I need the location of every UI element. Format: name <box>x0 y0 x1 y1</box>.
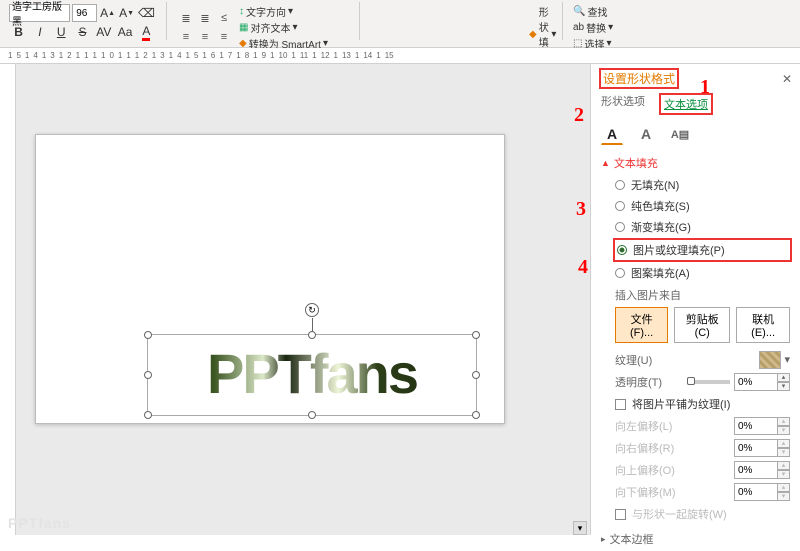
texture-label: 纹理(U) <box>615 352 652 368</box>
align-center-icon[interactable]: ≡ <box>196 28 214 46</box>
watermark: PPTfans <box>8 515 71 531</box>
bold-button[interactable]: B <box>9 23 28 41</box>
resize-handle[interactable] <box>308 331 316 339</box>
separator <box>166 2 167 40</box>
resize-handle[interactable] <box>144 411 152 419</box>
panel-title: 设置形状格式 <box>599 68 679 89</box>
tab-shape-options[interactable]: 形状选项 <box>601 93 645 115</box>
offset-right-input[interactable] <box>734 439 778 457</box>
selected-textbox[interactable]: ↻ PPTfans <box>147 334 477 416</box>
separator <box>359 2 360 40</box>
shrink-font[interactable]: A▼ <box>118 4 135 22</box>
scroll-button[interactable]: ▾ <box>573 521 587 535</box>
online-button[interactable]: 联机(E)... <box>736 307 790 343</box>
numbers-icon[interactable]: ≣ <box>196 9 214 27</box>
case-button[interactable]: Aa <box>115 23 134 41</box>
caret-down-icon: ▲ <box>601 158 610 168</box>
offset-left-input[interactable] <box>734 417 778 435</box>
find-button[interactable]: 🔍查找 <box>573 4 621 19</box>
text-effects-icon[interactable]: A <box>635 123 657 145</box>
underline-button[interactable]: U <box>52 23 71 41</box>
paragraph-group: ≣ ≣ ≤ ≡ ≡ ≡ ↕文字方向 ▾ ▦对齐文本 ▾ ◆转换为 SmartAr… <box>173 2 353 47</box>
offset-right-label: 向右偏移(R) <box>615 440 674 456</box>
textbox-icon[interactable]: A▤ <box>669 123 691 145</box>
offset-down-label: 向下偏移(M) <box>615 484 676 500</box>
resize-handle[interactable] <box>308 411 316 419</box>
fill-gradient[interactable]: 渐变填充(G) <box>615 219 790 235</box>
canvas-area[interactable]: ↻ PPTfans PPTfans <box>0 64 590 535</box>
font-name-select[interactable]: 造字工房版黑 <box>9 4 70 22</box>
resize-handle[interactable] <box>472 331 480 339</box>
rotate-handle[interactable]: ↻ <box>305 303 319 317</box>
caret-right-icon: ▸ <box>601 534 606 545</box>
workspace: ↻ PPTfans PPTfans 设置形状格式 ✕ 形状选项 文本选项 A A… <box>0 64 800 535</box>
transparency-slider[interactable] <box>690 380 730 384</box>
align-left-icon[interactable]: ≡ <box>177 28 195 46</box>
strike-button[interactable]: S <box>73 23 92 41</box>
rotate-with-shape[interactable]: 与形状一起旋转(W) <box>591 503 800 525</box>
drawing-group: ▭◯△◇⬠▾ ↘↗⬡{}▾ ☆✶⬭⬬☁▾ ⬚ 排列 ◩ 快速样式 ◆形状填充 ▾… <box>366 2 556 47</box>
align-right-icon[interactable]: ≡ <box>215 28 233 46</box>
bullets-icon[interactable]: ≣ <box>177 9 195 27</box>
font-group: 造字工房版黑 96 A▲ A▼ ⌫ B I U S AV Aa A 字体 <box>5 2 160 47</box>
text-fill-outline-icon[interactable]: A <box>601 123 623 145</box>
replace-button[interactable]: ab替换 ▾ <box>573 20 621 35</box>
offset-up-label: 向上偏移(O) <box>615 462 675 478</box>
tab-text-options[interactable]: 文本选项 <box>659 93 713 115</box>
clear-format[interactable]: ⌫ <box>137 4 156 22</box>
resize-handle[interactable] <box>472 371 480 379</box>
tile-checkbox[interactable]: 将图片平铺为纹理(I) <box>591 393 800 415</box>
text-direction[interactable]: ↕文字方向 ▾ <box>239 4 328 19</box>
texture-swatch[interactable] <box>759 351 781 369</box>
fill-none[interactable]: 无填充(N) <box>615 177 790 193</box>
indent-dec-icon[interactable]: ≤ <box>215 9 233 27</box>
transparency-label: 透明度(T) <box>615 374 662 390</box>
section-text-fill[interactable]: ▲文本填充 <box>591 149 800 175</box>
align-text[interactable]: ▦对齐文本 ▾ <box>239 20 328 35</box>
insert-from-label: 插入图片来自 <box>591 283 800 305</box>
italic-button[interactable]: I <box>30 23 49 41</box>
editing-group: 🔍查找 ab替换 ▾ ⬚选择 ▾ 编辑 <box>569 2 625 47</box>
section-text-outline[interactable]: ▸文本边框 <box>591 525 800 551</box>
ribbon: 造字工房版黑 96 A▲ A▼ ⌫ B I U S AV Aa A 字体 ≣ ≣… <box>0 0 800 48</box>
format-shape-panel: 设置形状格式 ✕ 形状选项 文本选项 A A A▤ ▲文本填充 无填充(N) 纯… <box>590 64 800 535</box>
font-size-select[interactable]: 96 <box>72 4 97 22</box>
resize-handle[interactable] <box>144 371 152 379</box>
fill-picture-texture[interactable]: 图片或纹理填充(P) <box>613 238 792 262</box>
horizontal-ruler: 1514131211110111213141516171819110111112… <box>0 48 800 64</box>
spin-up[interactable]: ▴ <box>778 373 790 382</box>
offset-left-label: 向左偏移(L) <box>615 418 672 434</box>
transparency-input[interactable] <box>734 373 778 391</box>
separator <box>562 2 563 40</box>
offset-down-input[interactable] <box>734 483 778 501</box>
resize-handle[interactable] <box>472 411 480 419</box>
fill-solid[interactable]: 纯色填充(S) <box>615 198 790 214</box>
spin-down[interactable]: ▾ <box>778 382 790 391</box>
resize-handle[interactable] <box>144 331 152 339</box>
fill-pattern[interactable]: 图案填充(A) <box>615 265 790 281</box>
grow-font[interactable]: A▲ <box>99 4 116 22</box>
vertical-ruler <box>0 64 16 535</box>
font-color-button[interactable]: A <box>137 23 156 41</box>
file-button[interactable]: 文件(F)... <box>615 307 668 343</box>
textbox-text[interactable]: PPTfans <box>148 335 476 413</box>
clipboard-button[interactable]: 剪贴板(C) <box>674 307 730 343</box>
panel-close-icon[interactable]: ✕ <box>782 72 792 86</box>
spacing-button[interactable]: AV <box>94 23 113 41</box>
offset-up-input[interactable] <box>734 461 778 479</box>
